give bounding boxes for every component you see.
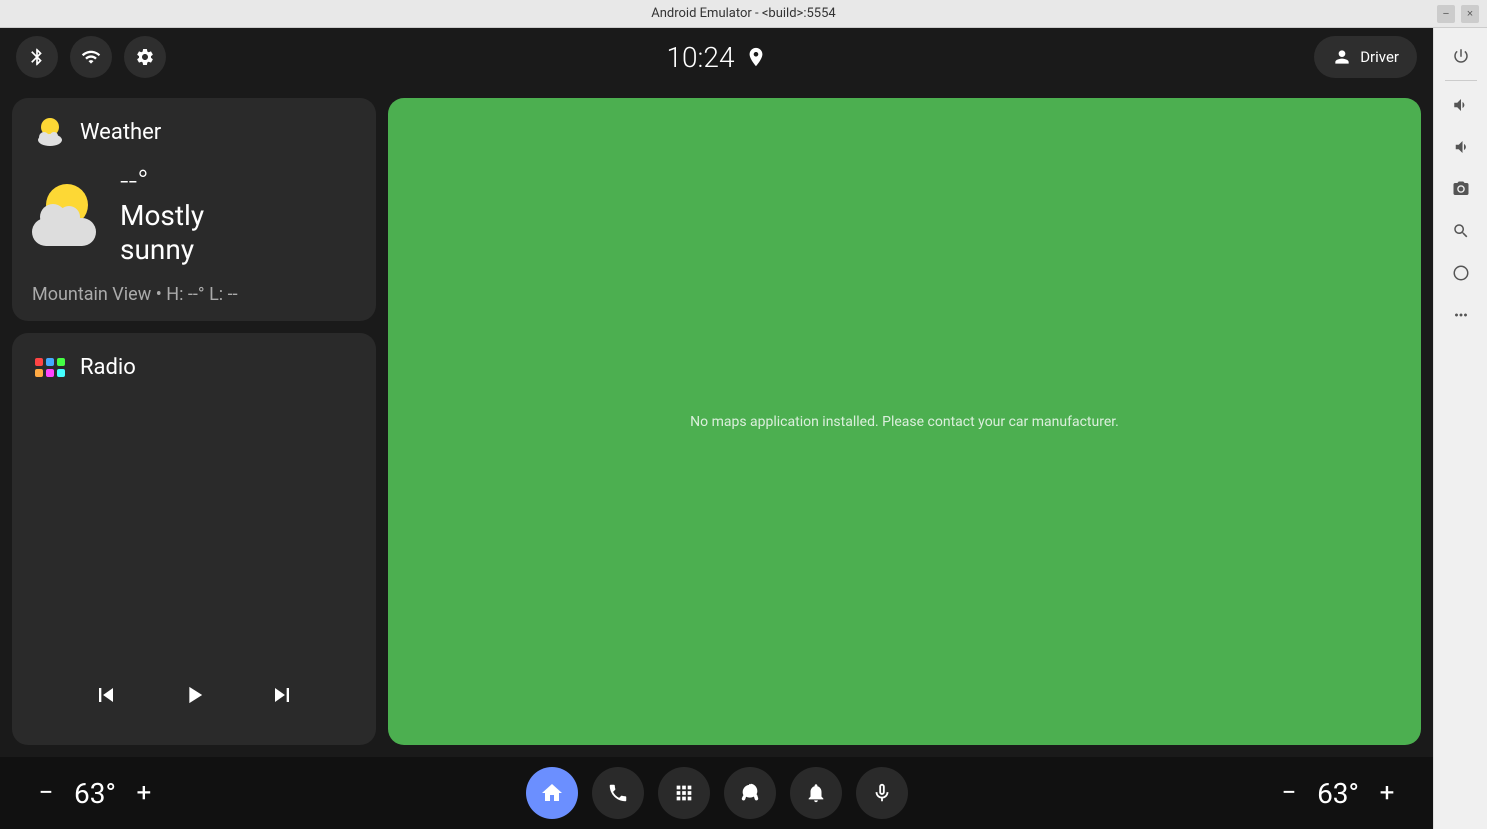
radio-title-row: Radio <box>32 349 356 385</box>
radio-grid-icon <box>35 358 65 377</box>
camera-icon <box>1452 180 1470 198</box>
volume-up-icon <box>1452 96 1470 114</box>
sidebar-divider-1 <box>1445 80 1477 81</box>
driver-button[interactable]: Driver <box>1314 36 1417 78</box>
title-bar-controls: − × <box>1437 5 1479 23</box>
power-button[interactable] <box>1441 36 1481 76</box>
weather-title-row: Weather <box>32 114 356 150</box>
settings-button[interactable] <box>124 36 166 78</box>
weather-card[interactable]: Weather --° <box>12 98 376 321</box>
nav-buttons <box>526 767 908 819</box>
bluetooth-icon <box>27 47 47 67</box>
left-temp-control: − 63° + <box>30 777 160 810</box>
map-message: No maps application installed. Please co… <box>690 414 1119 430</box>
top-bar: 10:24 Driver <box>0 28 1433 86</box>
zoom-button[interactable] <box>1441 211 1481 251</box>
weather-main: --° Mostly sunny <box>32 164 356 266</box>
left-panel: Weather --° <box>0 86 388 757</box>
title-bar-text: Android Emulator - <build>:5554 <box>651 6 835 21</box>
home-icon <box>540 781 564 805</box>
zoom-icon <box>1452 222 1470 240</box>
top-bar-left <box>16 36 166 78</box>
radio-next-button[interactable] <box>258 671 306 719</box>
nav-bell-button[interactable] <box>790 767 842 819</box>
top-bar-right: Driver <box>1314 36 1417 78</box>
nav-grid-button[interactable] <box>658 767 710 819</box>
content-area: Weather --° <box>0 86 1433 757</box>
right-temp-minus-button[interactable]: − <box>1273 777 1305 809</box>
radio-prev-button[interactable] <box>82 671 130 719</box>
nav-home-button[interactable] <box>526 767 578 819</box>
wifi-icon <box>81 47 101 67</box>
radio-play-button[interactable] <box>170 671 218 719</box>
mic-icon <box>871 782 893 804</box>
volume-down-icon <box>1452 138 1470 156</box>
phone-icon <box>607 782 629 804</box>
left-temp-minus-button[interactable]: − <box>30 777 62 809</box>
circle-icon <box>1452 264 1470 282</box>
camera-button[interactable] <box>1441 169 1481 209</box>
dot-5 <box>46 369 54 377</box>
bell-icon <box>805 782 827 804</box>
person-icon <box>1332 47 1352 67</box>
fan-icon <box>739 782 761 804</box>
driver-label: Driver <box>1360 48 1399 66</box>
weather-icon-large <box>32 184 104 246</box>
weather-temperature: --° <box>120 164 204 199</box>
right-temp-plus-button[interactable]: + <box>1371 777 1403 809</box>
radio-icon <box>32 349 68 385</box>
weather-title: Weather <box>80 120 161 145</box>
nav-fan-button[interactable] <box>724 767 776 819</box>
nav-mic-button[interactable] <box>856 767 908 819</box>
radio-card[interactable]: Radio <box>12 333 376 745</box>
minimize-button[interactable]: − <box>1437 5 1455 23</box>
weather-location-row: Mountain View • H: --° L: -- <box>32 284 356 305</box>
left-temp-plus-button[interactable]: + <box>128 777 160 809</box>
map-area: No maps application installed. Please co… <box>388 98 1421 745</box>
right-sidebar <box>1433 28 1487 829</box>
grid-icon <box>673 782 695 804</box>
more-button[interactable] <box>1441 295 1481 335</box>
settings-icon <box>135 47 155 67</box>
close-button[interactable]: × <box>1461 5 1479 23</box>
main-container: 10:24 Driver <box>0 28 1487 829</box>
dot-2 <box>46 358 54 366</box>
nav-phone-button[interactable] <box>592 767 644 819</box>
dot-6 <box>57 369 65 377</box>
play-icon <box>180 681 208 709</box>
top-bar-center: 10:24 <box>666 41 766 74</box>
next-track-icon <box>268 681 296 709</box>
partly-cloudy-icon <box>32 114 68 150</box>
more-icon <box>1452 306 1470 324</box>
dot-4 <box>35 369 43 377</box>
android-ui: 10:24 Driver <box>0 28 1433 829</box>
weather-card-icon <box>32 114 68 150</box>
clock-display: 10:24 <box>666 41 734 74</box>
weather-description: --° Mostly sunny <box>120 164 204 266</box>
bottom-bar: − 63° + <box>0 757 1433 829</box>
right-temp-control: − 63° + <box>1273 777 1403 810</box>
circle-button[interactable] <box>1441 253 1481 293</box>
location-icon <box>745 46 767 68</box>
vol-up-button[interactable] <box>1441 85 1481 125</box>
right-temp-value: 63° <box>1317 777 1359 810</box>
wifi-button[interactable] <box>70 36 112 78</box>
title-bar: Android Emulator - <build>:5554 − × <box>0 0 1487 28</box>
power-icon <box>1452 47 1470 65</box>
radio-controls <box>32 651 356 729</box>
dot-3 <box>57 358 65 366</box>
left-temp-value: 63° <box>74 777 116 810</box>
weather-condition: Mostly sunny <box>120 199 204 266</box>
prev-track-icon <box>92 681 120 709</box>
dot-1 <box>35 358 43 366</box>
radio-title: Radio <box>80 355 136 380</box>
bluetooth-button[interactable] <box>16 36 58 78</box>
vol-down-button[interactable] <box>1441 127 1481 167</box>
